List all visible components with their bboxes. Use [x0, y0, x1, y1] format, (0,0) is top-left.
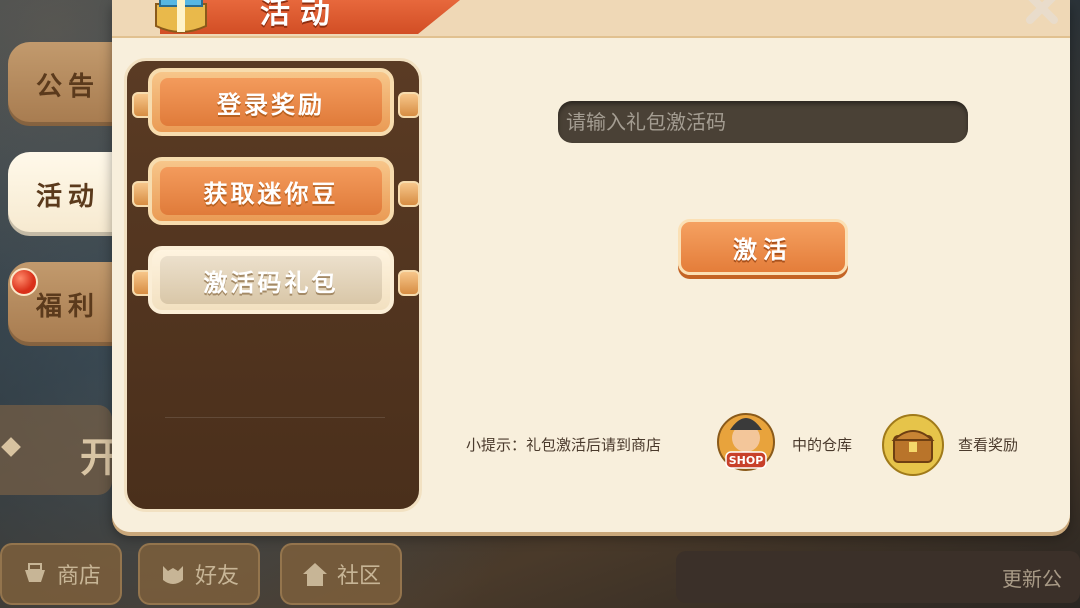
- gift-code-button[interactable]: 激活码礼包: [148, 246, 394, 314]
- bottom-nav-label: 商店: [56, 564, 101, 589]
- news-ticker[interactable]: 更新公: [676, 551, 1080, 603]
- tip-text: 中的仓库: [792, 436, 853, 454]
- button-label: 获取迷你豆: [203, 179, 339, 208]
- tab-label: 公告: [36, 71, 101, 102]
- activate-label: 激活: [733, 235, 793, 264]
- gift-box-icon: [155, 0, 207, 33]
- bottom-nav-shop[interactable]: 商店: [0, 543, 122, 605]
- list-divider: [165, 417, 385, 418]
- button-knob: [398, 92, 420, 118]
- activate-button[interactable]: 激活: [678, 219, 848, 275]
- button-knob: [398, 181, 420, 207]
- shop-icon: SHOP: [717, 413, 775, 471]
- treasure-chest-icon: [882, 414, 944, 476]
- tab-activity[interactable]: 活动: [8, 152, 120, 236]
- bottom-nav-label: 好友: [194, 564, 239, 589]
- button-label: 登录奖励: [217, 90, 325, 119]
- close-icon[interactable]: [1022, 0, 1062, 24]
- home-icon: [302, 563, 327, 586]
- friends-icon: [162, 566, 183, 584]
- tab-label: 福利: [36, 291, 101, 322]
- tip-text: 小提示：礼包激活后请到商店: [466, 436, 662, 454]
- notification-dot: [10, 268, 38, 296]
- shop-cart-icon: [24, 563, 45, 582]
- panel-title: 活动: [260, 0, 340, 31]
- shop-badge-label: SHOP: [729, 454, 764, 467]
- button-knob: [398, 270, 420, 296]
- get-mini-beans-button[interactable]: 获取迷你豆: [148, 157, 394, 225]
- tip-text: 查看奖励: [958, 436, 1019, 454]
- bottom-nav-label: 社区: [336, 564, 381, 589]
- gift-code-input[interactable]: [558, 101, 968, 143]
- tab-label: 活动: [36, 181, 101, 212]
- login-reward-button[interactable]: 登录奖励: [148, 68, 394, 136]
- tab-announcement[interactable]: 公告: [8, 42, 120, 126]
- button-label: 激活码礼包: [203, 268, 339, 297]
- bottom-nav-friends[interactable]: 好友: [138, 543, 260, 605]
- bottom-nav-community[interactable]: 社区: [280, 543, 402, 605]
- news-text: 更新公: [1002, 567, 1062, 591]
